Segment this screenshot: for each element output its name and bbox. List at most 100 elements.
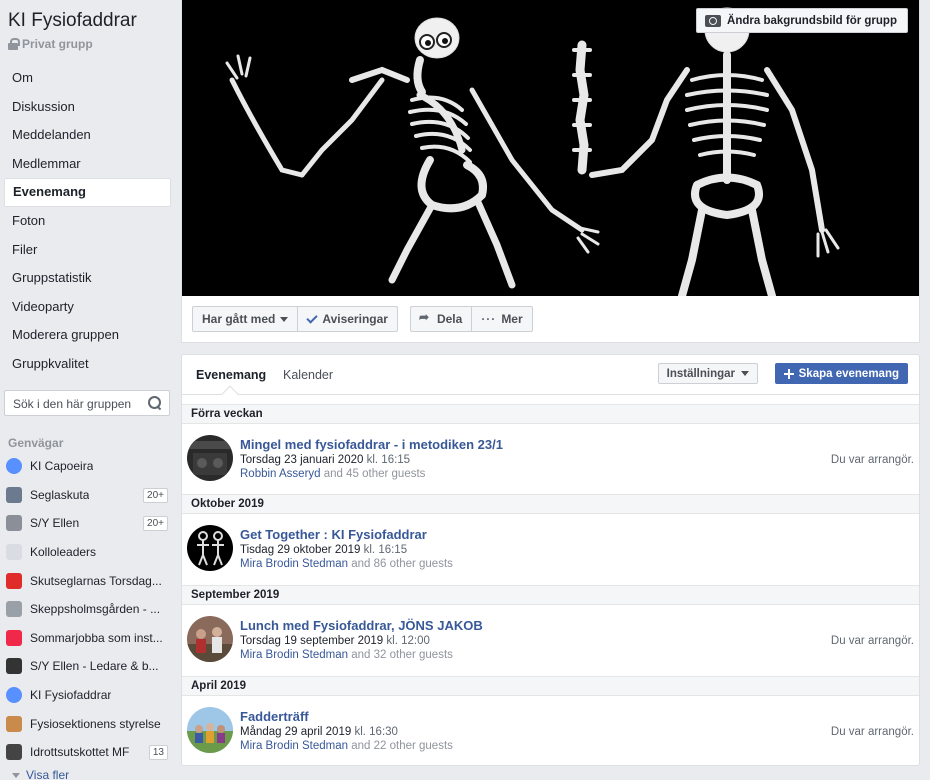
shortcut-badge: 13 — [148, 744, 168, 760]
nav-item-announcements[interactable]: Meddelanden — [4, 121, 171, 150]
shortcut-label: S/Y Ellen — [30, 516, 80, 531]
event-row[interactable]: Fadderträff Måndag 29 april 2019 kl. 16:… — [182, 696, 919, 766]
nav-item-watch-party[interactable]: Videoparty — [4, 293, 171, 322]
notifications-label: Aviseringar — [322, 312, 388, 326]
nav-item-photos[interactable]: Foton — [4, 207, 171, 236]
nav-item-files[interactable]: Filer — [4, 236, 171, 265]
event-host-link[interactable]: Mira Brodin Stedman — [240, 649, 348, 661]
shortcut-item[interactable]: Skutseglarnas Torsdag... — [6, 566, 172, 595]
event-host-link[interactable]: Mira Brodin Stedman — [240, 558, 348, 570]
event-date-text: Tisdag 29 oktober 2019 — [240, 544, 361, 556]
kollo-logo-icon — [6, 544, 22, 561]
change-cover-button[interactable]: Ändra bakgrundsbild för grupp — [696, 8, 908, 33]
left-sidebar: KI Fysiofaddrar Privat grupp Om Diskussi… — [0, 0, 178, 780]
event-thumbnail[interactable] — [187, 525, 233, 571]
event-photo-outdoor — [187, 707, 233, 753]
team-photo-icon — [6, 744, 22, 761]
event-date: Torsdag 19 september 2019 kl. 12:00 — [240, 635, 430, 647]
settings-label: Inställningar — [666, 367, 735, 380]
event-photo-dark — [187, 435, 233, 481]
share-label: Dela — [436, 312, 463, 326]
create-event-button[interactable]: Skapa evenemang — [774, 363, 908, 384]
change-cover-label: Ändra bakgrundsbild för grupp — [727, 14, 897, 27]
show-more-link[interactable]: Visa fler — [12, 768, 69, 780]
lock-icon — [8, 38, 20, 50]
cover-photo: Ändra bakgrundsbild för grupp — [182, 0, 919, 296]
section-header: April 2019 — [182, 676, 919, 696]
more-label: Mer — [501, 312, 523, 326]
group-search-input[interactable]: Sök i den här gruppen — [4, 390, 170, 416]
chevron-down-icon — [741, 371, 749, 376]
section-header: Oktober 2019 — [182, 494, 919, 514]
shortcut-item[interactable]: Idrottsutskottet MF 13 — [6, 738, 172, 767]
search-icon[interactable] — [148, 396, 162, 410]
nav-item-discussion[interactable]: Diskussion — [4, 93, 171, 122]
event-row[interactable]: Lunch med Fysiofaddrar, JÖNS JAKOB Torsd… — [182, 605, 919, 675]
events-tabs: Evenemang Kalender Inställningar Skapa e… — [182, 355, 919, 403]
event-photo-skeletons — [187, 525, 233, 571]
event-guest-count: and 22 other guests — [351, 740, 453, 752]
shortcut-item[interactable]: Kolloleaders — [6, 538, 172, 567]
nav-item-group-quality[interactable]: Gruppkvalitet — [4, 350, 171, 379]
event-title[interactable]: Fadderträff — [240, 709, 309, 724]
nav-item-members[interactable]: Medlemmar — [4, 150, 171, 179]
shortcut-item[interactable]: KI Fysiofaddrar — [6, 681, 172, 710]
event-time: kl. 16:15 — [366, 454, 411, 466]
event-role: Du var arrangör. — [830, 454, 914, 466]
event-guests: Mira Brodin Stedman and 86 other guests — [240, 558, 453, 570]
shortcut-item[interactable]: S/Y Ellen - Ledare & b... — [6, 652, 172, 681]
nav-item-events[interactable]: Evenemang — [4, 178, 171, 207]
shortcut-item[interactable]: Skeppsholmsgården - ... — [6, 595, 172, 624]
share-button[interactable]: Dela — [411, 307, 473, 331]
event-title[interactable]: Lunch med Fysiofaddrar, JÖNS JAKOB — [240, 618, 483, 633]
group-nav: Om Diskussion Meddelanden Medlemmar Even… — [4, 64, 171, 379]
shortcut-item[interactable]: Sommarjobba som inst... — [6, 624, 172, 653]
event-thumbnail[interactable] — [187, 707, 233, 753]
share-button-group: Dela ··· Mer — [409, 306, 533, 332]
settings-dropdown[interactable]: Inställningar — [657, 363, 758, 384]
event-thumbnail[interactable] — [187, 435, 233, 481]
event-host-link[interactable]: Mira Brodin Stedman — [240, 740, 348, 752]
shortcut-label: Kolloleaders — [30, 545, 97, 560]
events-card: Evenemang Kalender Inställningar Skapa e… — [181, 354, 920, 766]
tab-calendar[interactable]: Kalender — [283, 368, 333, 382]
shortcut-label: S/Y Ellen - Ledare & b... — [30, 659, 159, 674]
event-title[interactable]: Get Together : KI Fysiofaddrar — [240, 527, 427, 542]
chevron-down-icon — [280, 316, 289, 322]
more-button[interactable]: ··· Mer — [472, 307, 531, 331]
nav-item-insights[interactable]: Gruppstatistik — [4, 264, 171, 293]
group-title[interactable]: KI Fysiofaddrar — [8, 10, 137, 32]
event-time: kl. 16:30 — [354, 726, 398, 738]
membership-button-group: Har gått med Aviseringar — [192, 306, 398, 332]
shortcut-item[interactable]: Fysiosektionens styrelse — [6, 709, 172, 738]
privacy-label: Privat grupp — [22, 37, 93, 51]
joined-button[interactable]: Har gått med — [193, 307, 299, 331]
event-row[interactable]: Get Together : KI Fysiofaddrar Tisdag 29… — [182, 514, 919, 584]
tab-events[interactable]: Evenemang — [196, 368, 266, 382]
event-thumbnail[interactable] — [187, 616, 233, 662]
notifications-button[interactable]: Aviseringar — [298, 307, 397, 331]
event-guests: Mira Brodin Stedman and 32 other guests — [240, 649, 453, 661]
event-date-text: Torsdag 19 september 2019 — [240, 635, 384, 647]
create-event-label: Skapa evenemang — [798, 367, 899, 380]
event-date-text: Torsdag 23 januari 2020 — [240, 454, 364, 466]
event-guest-count: and 86 other guests — [351, 558, 453, 570]
shortcut-item[interactable]: KI Capoeira — [6, 452, 172, 481]
event-title[interactable]: Mingel med fysiofaddrar - i metodiken 23… — [240, 437, 503, 452]
chevron-down-icon — [12, 772, 20, 778]
nav-item-moderate[interactable]: Moderera gruppen — [4, 321, 171, 350]
event-host-link[interactable]: Robbin Asseryd — [240, 468, 321, 480]
nav-item-about[interactable]: Om — [4, 64, 171, 93]
shortcut-badge: 20+ — [143, 487, 168, 503]
event-time: kl. 16:15 — [363, 544, 408, 556]
camera-icon — [705, 14, 722, 27]
event-date: Måndag 29 april 2019 kl. 16:30 — [240, 726, 398, 738]
event-photo-group — [187, 616, 233, 662]
event-row[interactable]: Mingel med fysiofaddrar - i metodiken 23… — [182, 424, 919, 494]
cover-card: Ändra bakgrundsbild för grupp Har gått m… — [181, 0, 920, 343]
shortcut-label: Skutseglarnas Torsdag... — [30, 573, 162, 588]
shortcut-item[interactable]: Seglaskuta 20+ — [6, 481, 172, 510]
section-header: September 2019 — [182, 585, 919, 605]
shortcut-item[interactable]: S/Y Ellen 20+ — [6, 509, 172, 538]
skeleton-cover-illustration — [225, 7, 840, 296]
